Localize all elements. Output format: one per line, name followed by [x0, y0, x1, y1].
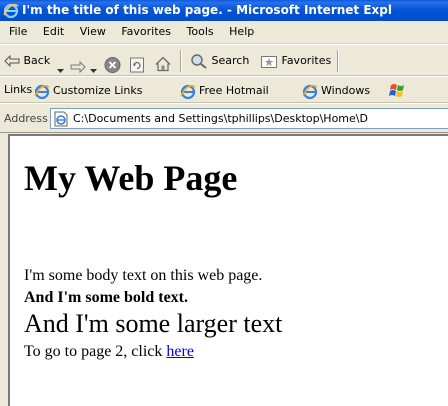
search-button[interactable]: Search — [190, 49, 249, 73]
window-left-frame — [0, 134, 8, 406]
menu-tools[interactable]: Tools — [181, 21, 220, 43]
home-icon[interactable] — [154, 52, 172, 76]
page2-link[interactable]: here — [166, 343, 194, 360]
toolbar-separator — [337, 50, 339, 72]
links-bar: Links Customize Links Free Hotmail Windo… — [0, 76, 448, 103]
back-arrow-icon — [4, 55, 20, 67]
stop-icon[interactable] — [104, 53, 121, 77]
browser-window: I'm the title of this web page. - Micros… — [0, 0, 448, 406]
internet-explorer-icon — [302, 84, 318, 99]
internet-explorer-icon — [34, 84, 50, 99]
toolbar-separator — [180, 50, 182, 72]
link-windows[interactable]: Windows — [302, 80, 370, 101]
search-icon — [191, 54, 207, 69]
refresh-icon[interactable] — [129, 53, 145, 77]
link-label: Customize Links — [53, 84, 143, 97]
menu-edit[interactable]: Edit — [37, 21, 70, 43]
links-label: Links — [4, 83, 33, 96]
page-viewport[interactable]: My Web Page I'm some body text on this w… — [8, 134, 448, 406]
internet-explorer-icon — [180, 84, 196, 99]
windows-flag-icon[interactable] — [388, 82, 406, 99]
menu-view[interactable]: View — [74, 21, 112, 43]
link-free-hotmail[interactable]: Free Hotmail — [180, 80, 269, 101]
standard-toolbar: Back Search Favorites — [0, 44, 448, 76]
favorites-label: Favorites — [281, 54, 332, 67]
favorites-icon — [261, 55, 277, 68]
address-bar: Address C:\Documents and Settings\tphill… — [0, 103, 448, 133]
address-label: Address — [4, 112, 48, 125]
menu-bar: File Edit View Favorites Tools Help — [0, 21, 448, 44]
title-bar[interactable]: I'm the title of this web page. - Micros… — [0, 0, 448, 21]
bold-text: And I'm some bold text. — [24, 289, 189, 306]
larger-text: And I'm some larger text — [24, 309, 283, 338]
menu-file[interactable]: File — [3, 21, 33, 43]
page-icon — [54, 111, 68, 127]
page2-line: To go to page 2, click here — [24, 342, 194, 362]
menu-favorites[interactable]: Favorites — [115, 21, 177, 43]
page-heading: My Web Page — [24, 158, 238, 198]
back-label: Back — [23, 54, 51, 67]
internet-explorer-icon — [3, 3, 19, 18]
link-label: Free Hotmail — [199, 84, 269, 97]
menu-help[interactable]: Help — [223, 21, 260, 43]
page2-prefix: To go to page 2, click — [24, 343, 167, 360]
window-title: I'm the title of this web page. - Micros… — [22, 3, 392, 17]
link-label: Windows — [321, 84, 371, 97]
address-input[interactable]: C:\Documents and Settings\tphillips\Desk… — [50, 108, 448, 129]
favorites-button[interactable]: Favorites — [260, 49, 331, 73]
search-label: Search — [211, 54, 250, 67]
body-text: I'm some body text on this web page. — [24, 267, 263, 284]
link-customize-links[interactable]: Customize Links — [34, 80, 143, 101]
back-button[interactable]: Back — [4, 49, 50, 73]
